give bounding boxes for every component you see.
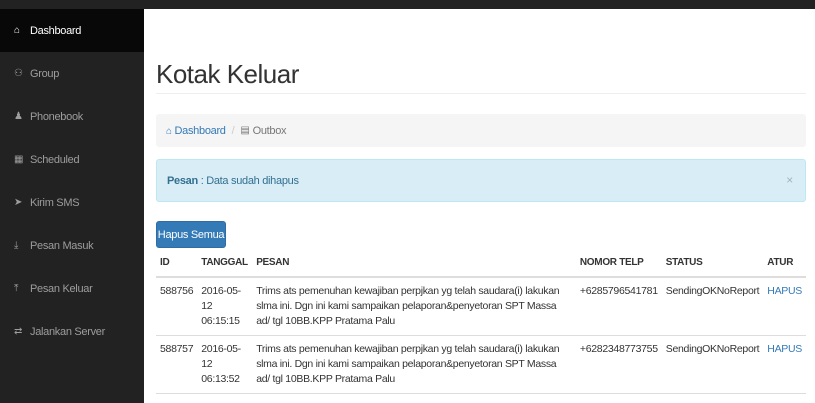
sidebar-item-label: Group: [30, 67, 60, 80]
cell-pesan: Trims ats pemenuhan kewajiban perpjkan y…: [252, 335, 576, 394]
sidebar-item-pesan-keluar[interactable]: ⤒ Pesan Keluar: [0, 267, 144, 310]
cell-status: SendingOKNoReport: [661, 277, 764, 336]
sidebar-item-label: Kirim SMS: [30, 196, 80, 209]
cell-atur: HAPUS: [763, 335, 806, 394]
table-row: 588757 2016-05-12 06:13:52 Trims ats peme…: [156, 335, 806, 394]
sidebar-item-label: Pesan Keluar: [30, 282, 93, 295]
sidebar-item-jalankan-server[interactable]: ⇄ Jalankan Server: [0, 310, 144, 353]
cell-id: 588757: [156, 335, 198, 394]
cell-time: 06:15:15: [201, 315, 240, 327]
calendar-icon: ▦: [14, 154, 24, 165]
column-header-status[interactable]: STATUS: [661, 251, 764, 278]
cell-atur: HAPUS: [763, 277, 806, 336]
table-header-row: ID TANGGAL PESAN NOMOR TELP STATUS ATUR: [156, 251, 806, 278]
sidebar-item-group[interactable]: ⚇ Group: [0, 52, 144, 95]
sidebar-item-label: Pesan Masuk: [30, 239, 94, 252]
column-header-atur[interactable]: ATUR: [763, 251, 806, 278]
sidebar-item-dashboard[interactable]: ⌂ Dashboard: [0, 9, 144, 52]
sidebar-item-label: Scheduled: [30, 153, 80, 166]
column-header-pesan[interactable]: PESAN: [252, 251, 576, 278]
delete-link[interactable]: HAPUS: [767, 343, 802, 355]
sidebar-item-phonebook[interactable]: ♟ Phonebook: [0, 95, 144, 138]
column-header-id[interactable]: ID: [156, 251, 198, 278]
alert-label: Pesan: [167, 174, 198, 187]
delete-all-button[interactable]: Hapus Semua: [156, 221, 226, 248]
cell-status: SendingOKNoReport: [661, 335, 764, 394]
breadcrumb: ⌂ Dashboard / ▤ Outbox: [156, 114, 806, 147]
cell-id: 588756: [156, 277, 198, 336]
sidebar-item-label: Phonebook: [30, 110, 83, 123]
sidebar-item-label: Jalankan Server: [30, 325, 105, 338]
info-alert: Pesan : Data sudah dihapus ×: [156, 159, 806, 202]
main-content: Kotak Keluar ⌂ Dashboard / ▤ Outbox Pesa…: [144, 9, 815, 403]
delete-link[interactable]: HAPUS: [767, 285, 802, 297]
breadcrumb-home-label: Dashboard: [174, 124, 226, 137]
cell-date: 2016-05-12: [201, 343, 241, 370]
cell-nomor-telp: +6285796541781: [575, 277, 662, 336]
close-icon[interactable]: ×: [786, 173, 793, 187]
cell-nomor-telp: +6282348773755: [575, 335, 662, 394]
bar-chart-icon: ▤: [240, 125, 250, 136]
dashboard-icon: ⌂: [166, 125, 172, 137]
cell-time: 06:13:52: [201, 373, 240, 385]
sidebar-item-kirim-sms[interactable]: ➤ Kirim SMS: [0, 181, 144, 224]
dashboard-icon: ⌂: [14, 25, 20, 36]
column-header-tanggal[interactable]: TANGGAL: [197, 251, 253, 278]
table-row: 588756 2016-05-12 06:15:15 Trims ats peme…: [156, 277, 806, 336]
breadcrumb-separator: /: [231, 124, 235, 137]
breadcrumb-home-link[interactable]: ⌂ Dashboard: [166, 125, 226, 137]
cell-tanggal: 2016-05-12 06:15:15: [197, 277, 253, 336]
sidebar-item-label: Dashboard: [30, 24, 82, 37]
page-title: Kotak Keluar: [156, 59, 299, 89]
cell-pesan: Trims ats pemenuhan kewajiban perpjkan y…: [252, 277, 576, 336]
column-header-nomor-telp[interactable]: NOMOR TELP: [575, 251, 662, 278]
sidebar-item-pesan-masuk[interactable]: ⤓ Pesan Masuk: [0, 224, 144, 267]
sidebar-item-scheduled[interactable]: ▦ Scheduled: [0, 138, 144, 181]
cell-date: 2016-05-12: [201, 285, 241, 312]
send-icon: ➤: [14, 197, 23, 208]
alert-message: : Data sudah dihapus: [200, 174, 299, 187]
download-icon: ⤓: [14, 240, 19, 251]
breadcrumb-current: Outbox: [252, 124, 287, 137]
sidebar: ⌂ Dashboard ⚇ Group ♟ Phonebook ▦ Schedu…: [0, 9, 144, 403]
upload-icon: ⤒: [14, 283, 19, 294]
cell-tanggal: 2016-05-12 06:13:52: [197, 335, 253, 394]
top-navbar: [0, 0, 815, 9]
exchange-icon: ⇄: [14, 326, 23, 337]
group-icon: ⚇: [14, 68, 23, 79]
user-icon: ♟: [14, 111, 23, 122]
outbox-table: ID TANGGAL PESAN NOMOR TELP STATUS ATUR …: [156, 251, 806, 394]
title-divider: [156, 93, 806, 94]
